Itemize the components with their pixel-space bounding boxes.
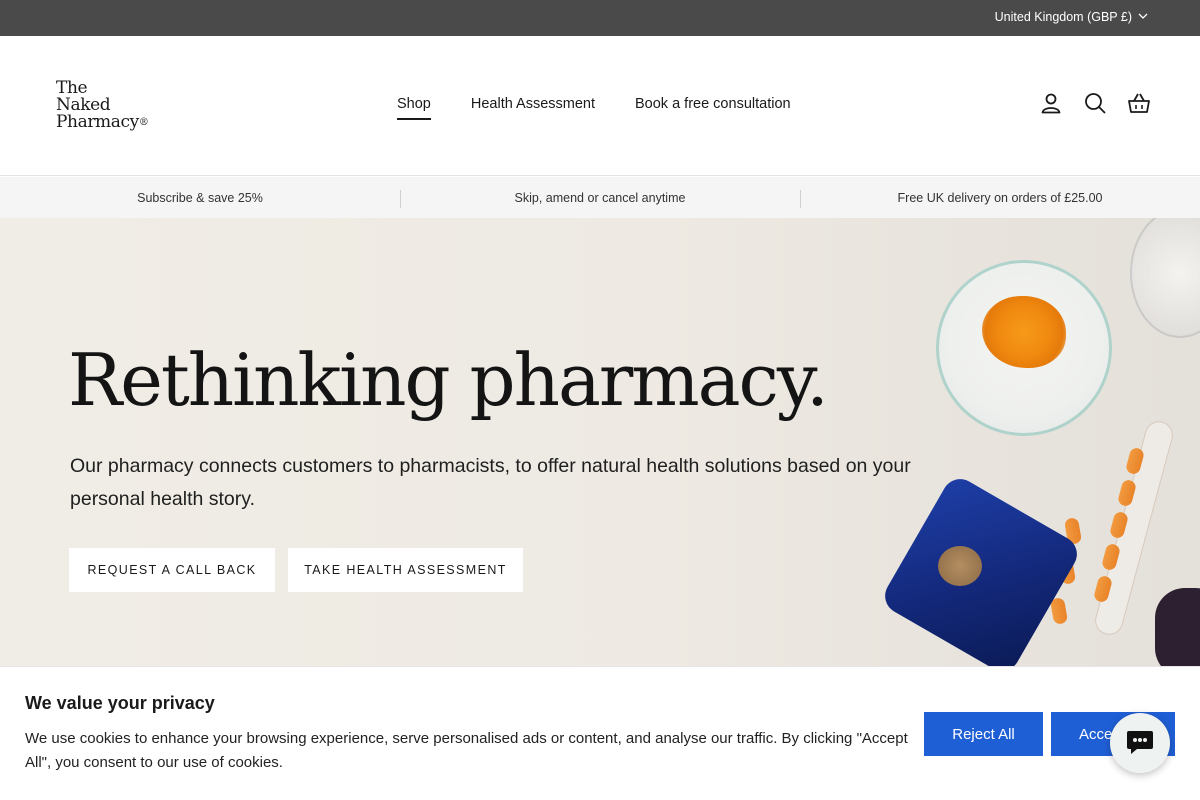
request-call-back-button[interactable]: REQUEST A CALL BACK [69, 548, 275, 592]
capsule-image [1049, 596, 1069, 626]
nav-item-book-consultation[interactable]: Book a free consultation [635, 96, 791, 120]
hero-title: Rethinking pharmacy. [68, 338, 829, 422]
cookie-title: We value your privacy [25, 693, 215, 713]
cork-image [938, 546, 982, 586]
site-header: The Naked Pharmacy® Shop Health Assessme… [0, 36, 1200, 176]
top-bar: United Kingdom (GBP £) [0, 0, 1200, 36]
logo-line-3: Pharmacy [56, 112, 139, 132]
hero-description: Our pharmacy connects customers to pharm… [70, 455, 911, 510]
usp-item-skip: Skip, amend or cancel anytime [400, 189, 800, 208]
logo-registered-mark: ® [138, 117, 149, 128]
glass-vessel-image [1130, 218, 1200, 338]
main-nav: Shop Health Assessment Book a free consu… [397, 96, 791, 120]
reject-all-button[interactable]: Reject All [924, 712, 1043, 756]
country-label: United Kingdom (GBP £) [994, 10, 1132, 24]
cookie-text: We use cookies to enhance your browsing … [25, 730, 908, 771]
search-icon[interactable] [1084, 92, 1106, 114]
usp-item-subscribe: Subscribe & save 25% [137, 190, 263, 205]
hero-banner: Rethinking pharmacy. Our pharmacy connec… [0, 218, 1200, 668]
chat-icon [1124, 725, 1156, 762]
chat-widget-button[interactable] [1110, 713, 1170, 773]
cookie-banner: We value your privacy We use cookies to … [0, 666, 1200, 800]
nav-item-shop[interactable]: Shop [397, 96, 431, 120]
account-icon[interactable] [1040, 92, 1062, 114]
logo[interactable]: The Naked Pharmacy® [56, 80, 149, 132]
nav-item-health-assessment[interactable]: Health Assessment [471, 96, 595, 120]
header-icons [1040, 92, 1150, 114]
usp-item-delivery: Free UK delivery on orders of £25.00 [800, 189, 1200, 208]
country-selector[interactable]: United Kingdom (GBP £) [995, 10, 1148, 24]
basket-icon[interactable] [1128, 92, 1150, 114]
usp-bar: Subscribe & save 25% Skip, amend or canc… [0, 177, 1200, 218]
take-health-assessment-button[interactable]: TAKE HEALTH ASSESSMENT [288, 548, 523, 592]
dark-jar-image [1155, 588, 1200, 668]
chevron-down-icon [1138, 10, 1148, 24]
